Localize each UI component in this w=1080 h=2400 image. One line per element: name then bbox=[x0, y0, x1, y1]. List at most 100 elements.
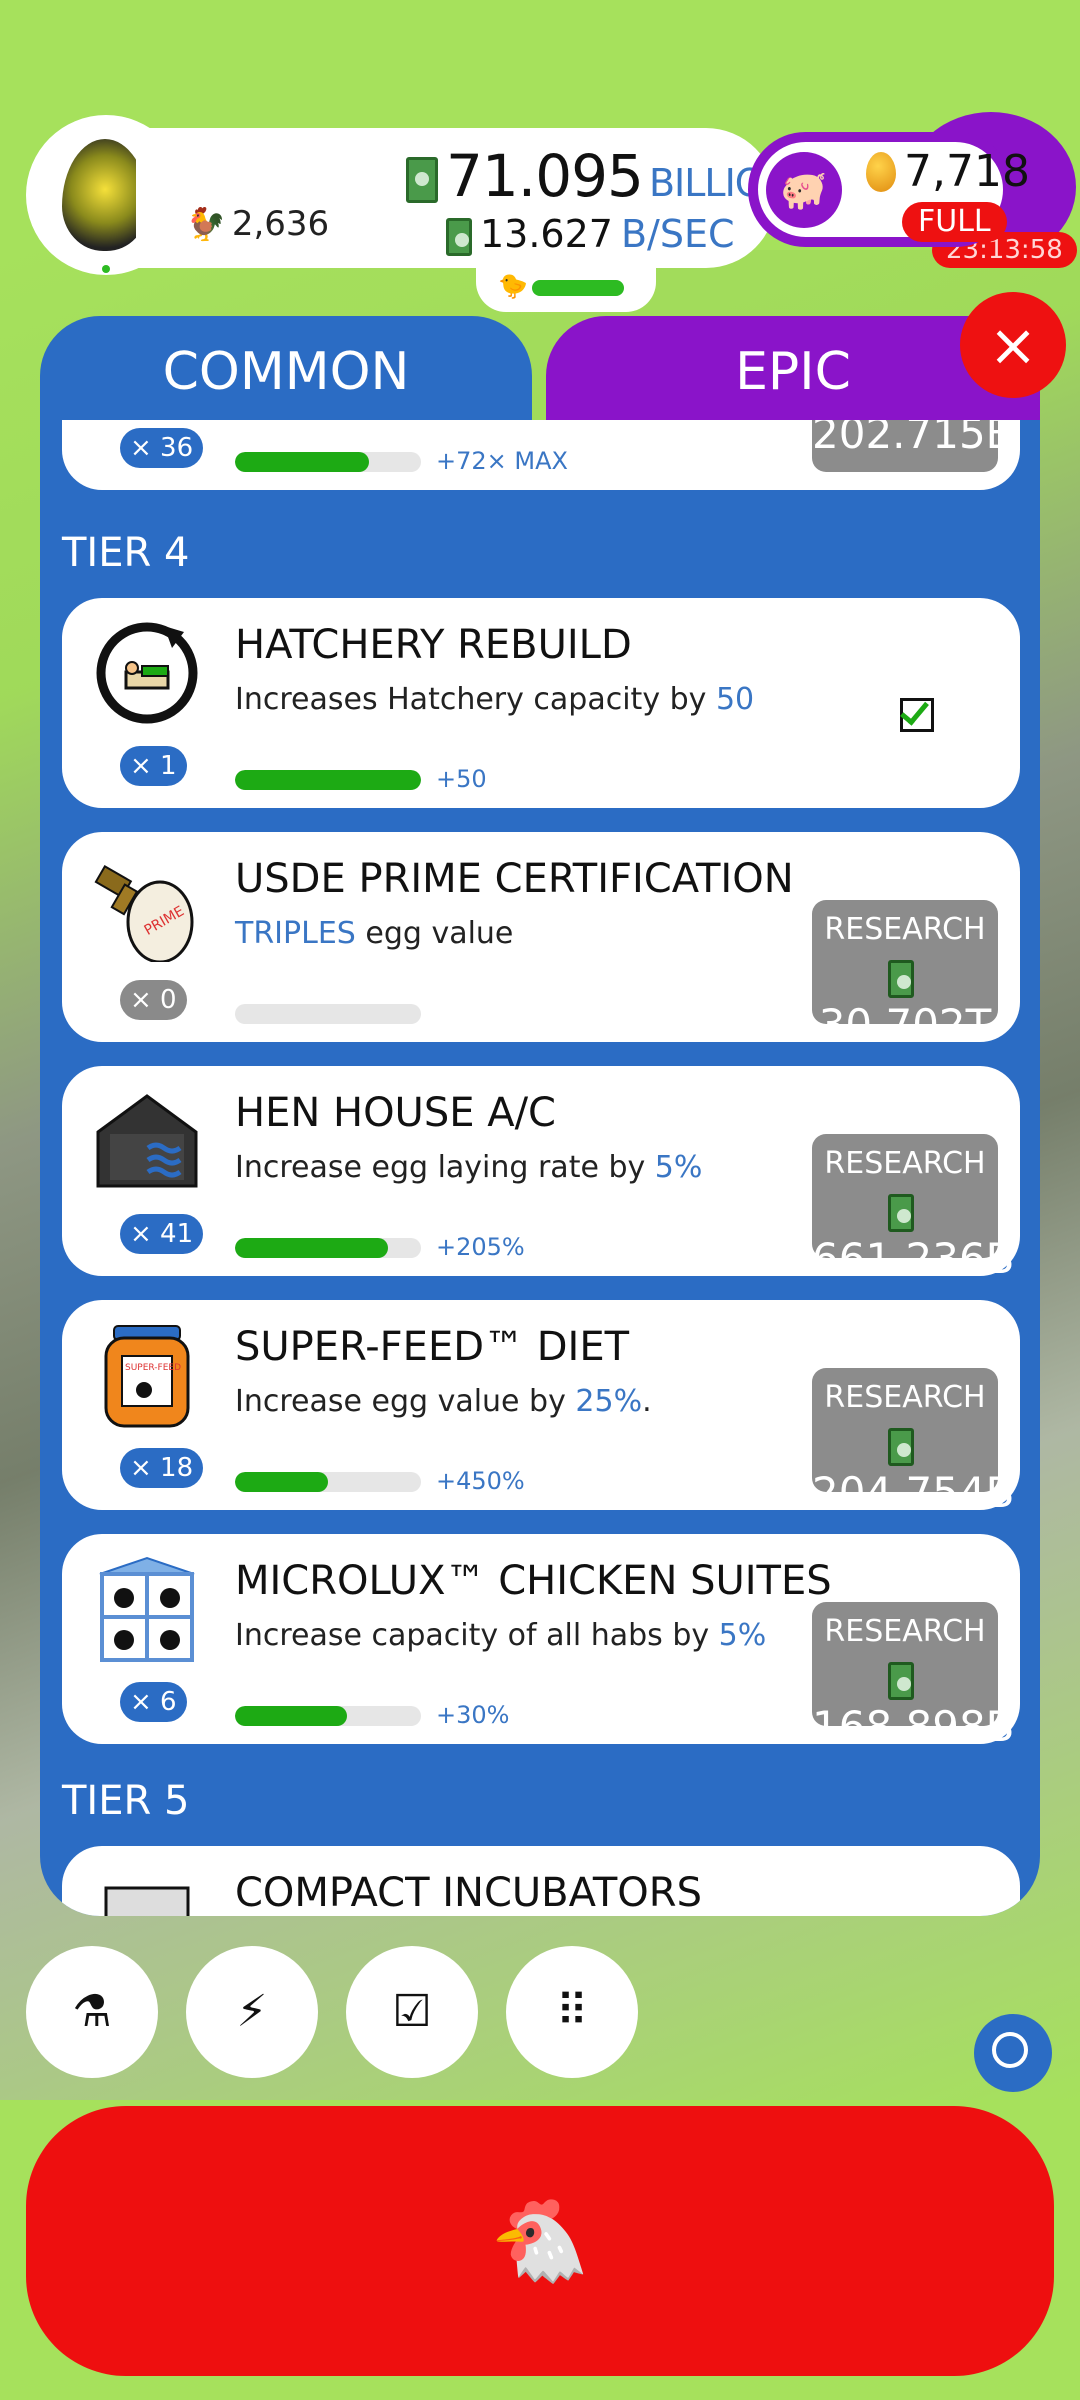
progress-bar bbox=[235, 1472, 421, 1492]
research-button[interactable]: RESEARCH 661.236B bbox=[812, 1134, 1015, 1283]
svg-text:SUPER-FEED: SUPER-FEED bbox=[125, 1363, 181, 1373]
prime-stamp-icon: PRIME bbox=[92, 852, 202, 962]
progress-bar bbox=[235, 1238, 421, 1258]
card-title: COMPACT INCUBATORS bbox=[235, 1870, 702, 1916]
bottom-toolbar: ⚗ ⚡ ☑ ⠿ bbox=[26, 1946, 666, 2080]
research-button[interactable]: 202.715B bbox=[812, 420, 1015, 472]
progress-fill bbox=[235, 452, 369, 472]
card-title: HEN HOUSE A/C bbox=[235, 1090, 556, 1136]
compact-incubator-icon bbox=[92, 1866, 202, 1916]
price-value: 661.236B bbox=[812, 1234, 1015, 1283]
missions-button[interactable]: ☑ bbox=[346, 1946, 478, 2078]
close-icon: × bbox=[988, 311, 1038, 379]
card-title: SUPER-FEED™ DIET bbox=[235, 1324, 630, 1370]
research-button[interactable]: RESEARCH 204.754B bbox=[812, 1368, 1015, 1517]
cash-icon bbox=[888, 1427, 914, 1466]
chicken-icon: 🐔 bbox=[490, 2194, 590, 2287]
level-badge: × 0 bbox=[120, 980, 187, 1020]
research-label: RESEARCH bbox=[824, 1614, 986, 1649]
desc-text: Increase capacity of all habs by bbox=[235, 1618, 719, 1653]
desc-highlight: 5% bbox=[718, 1618, 767, 1653]
top-bar: 🐓 2,636 71.095 BILLION 13.627 B/SEC 🐤 23:13… bbox=[26, 112, 1077, 312]
research-card: × 1 HATCHERY REBUILD Increases Hatchery … bbox=[62, 598, 1020, 808]
desc-text: Increase egg value by bbox=[235, 1384, 576, 1419]
research-button[interactable]: RESEARCH 168.898B bbox=[812, 1602, 1015, 1751]
cash-icon bbox=[406, 156, 438, 203]
flask-icon: ⚗ bbox=[72, 1986, 112, 2037]
checklist-icon: ☑ bbox=[392, 1986, 432, 2037]
research-label: RESEARCH bbox=[824, 912, 986, 947]
research-card: × 6 MICROLUX™ CHICKEN SUITES Increase ca… bbox=[62, 1534, 1020, 1751]
menu-button[interactable]: ⠿ bbox=[506, 1946, 638, 2078]
egg-indicator-dot bbox=[102, 265, 110, 273]
progress-note: +450% bbox=[436, 1467, 525, 1495]
camera-toggle-button[interactable] bbox=[974, 2014, 1052, 2092]
progress-note: +72× MAX bbox=[436, 447, 568, 475]
desc-highlight: TRIPLES bbox=[235, 916, 356, 951]
research-price: 202.715B bbox=[812, 420, 1015, 458]
research-panel: COMMON EPIC × × 36 +72× MAX 202.715B TIE… bbox=[40, 292, 1066, 1916]
desc-text: egg value bbox=[355, 916, 514, 951]
chicken-count: 🐓 2,636 bbox=[186, 204, 329, 244]
price-value: 204.754B bbox=[812, 1468, 1015, 1517]
boosts-button[interactable]: ⚡ bbox=[186, 1946, 318, 2078]
golden-egg-count: 7,718 bbox=[904, 146, 1030, 197]
progress-fill bbox=[235, 1706, 347, 1726]
desc-text: Increases Hatchery capacity by bbox=[235, 682, 716, 717]
chicken-count-value: 2,636 bbox=[231, 204, 330, 244]
chicken-icon: 🐓 bbox=[186, 205, 226, 243]
card-title: USDE PRIME CERTIFICATION bbox=[235, 856, 794, 902]
progress-fill bbox=[235, 770, 421, 790]
card-title: MICROLUX™ CHICKEN SUITES bbox=[235, 1558, 832, 1604]
research-list[interactable]: × 36 +72× MAX 202.715B TIER 4 × 1 HATCHE… bbox=[40, 420, 1040, 1916]
research-card: PRIME × 0 USDE PRIME CERTIFICATION TRIPL… bbox=[62, 832, 1020, 1049]
level-badge: × 1 bbox=[120, 746, 187, 786]
progress-bar bbox=[235, 452, 421, 472]
cash-icon bbox=[888, 1661, 914, 1700]
super-feed-jar-icon: SUPER-FEED bbox=[92, 1320, 202, 1430]
research-card-partial: COMPACT INCUBATORS bbox=[62, 1846, 1020, 1916]
rate-amount: 13.627 bbox=[480, 212, 613, 256]
cash-icon bbox=[446, 217, 472, 256]
piggy-full-badge: FULL bbox=[902, 202, 1007, 242]
grid-icon: ⠿ bbox=[555, 1986, 589, 2037]
level-badge: × 36 bbox=[120, 428, 204, 468]
research-lab-button[interactable]: ⚗ bbox=[26, 1946, 158, 2078]
cash-icon bbox=[888, 1193, 914, 1232]
research-card: SUPER-FEED × 18 SUPER-FEED™ DIET Increas… bbox=[62, 1300, 1020, 1517]
progress-note: +205% bbox=[436, 1233, 525, 1261]
research-price: 661.236B bbox=[812, 1185, 1015, 1283]
research-price: 30.702T bbox=[812, 951, 998, 1049]
hatchery-rebuild-icon bbox=[92, 618, 202, 728]
research-price: 168.898B bbox=[812, 1653, 1015, 1751]
tier-5-label: TIER 5 bbox=[62, 1778, 190, 1824]
chick-icon: 🐤 bbox=[498, 272, 528, 300]
progress-bar bbox=[235, 1004, 421, 1024]
tier-4-label: TIER 4 bbox=[62, 530, 190, 576]
card-description: Increase egg laying rate by 5% bbox=[235, 1150, 702, 1185]
research-button[interactable]: RESEARCH 30.702T bbox=[812, 900, 998, 1049]
research-card-partial: × 36 +72× MAX 202.715B bbox=[62, 420, 1020, 490]
research-card: × 41 HEN HOUSE A/C Increase egg laying r… bbox=[62, 1066, 1020, 1283]
desc-text: . bbox=[642, 1384, 652, 1419]
hen-house-ac-icon bbox=[92, 1086, 202, 1196]
card-title: HATCHERY REBUILD bbox=[235, 622, 632, 668]
hatch-progress-bar bbox=[532, 280, 624, 296]
hatch-progress: 🐤 bbox=[476, 262, 656, 312]
level-badge: × 41 bbox=[120, 1214, 204, 1254]
desc-highlight: 25% bbox=[575, 1384, 643, 1419]
level-badge: × 18 bbox=[120, 1448, 204, 1488]
progress-note: +50 bbox=[436, 765, 487, 793]
card-description: Increase egg value by 25%. bbox=[235, 1384, 652, 1419]
piggy-bank-icon[interactable]: 🐖 bbox=[766, 152, 842, 228]
earning-rate: 13.627 B/SEC bbox=[446, 212, 735, 256]
lightning-icon: ⚡ bbox=[236, 1986, 268, 2037]
research-label: RESEARCH bbox=[824, 1146, 986, 1181]
close-button[interactable]: × bbox=[960, 292, 1066, 398]
desc-text: Increase egg laying rate by bbox=[235, 1150, 655, 1185]
chicken-suites-icon bbox=[92, 1554, 202, 1664]
price-value: 30.702T bbox=[818, 1000, 992, 1049]
progress-fill bbox=[235, 1472, 328, 1492]
golden-egg-icon bbox=[866, 152, 896, 192]
hatch-chicken-button[interactable]: 🐔 bbox=[26, 2106, 1054, 2376]
